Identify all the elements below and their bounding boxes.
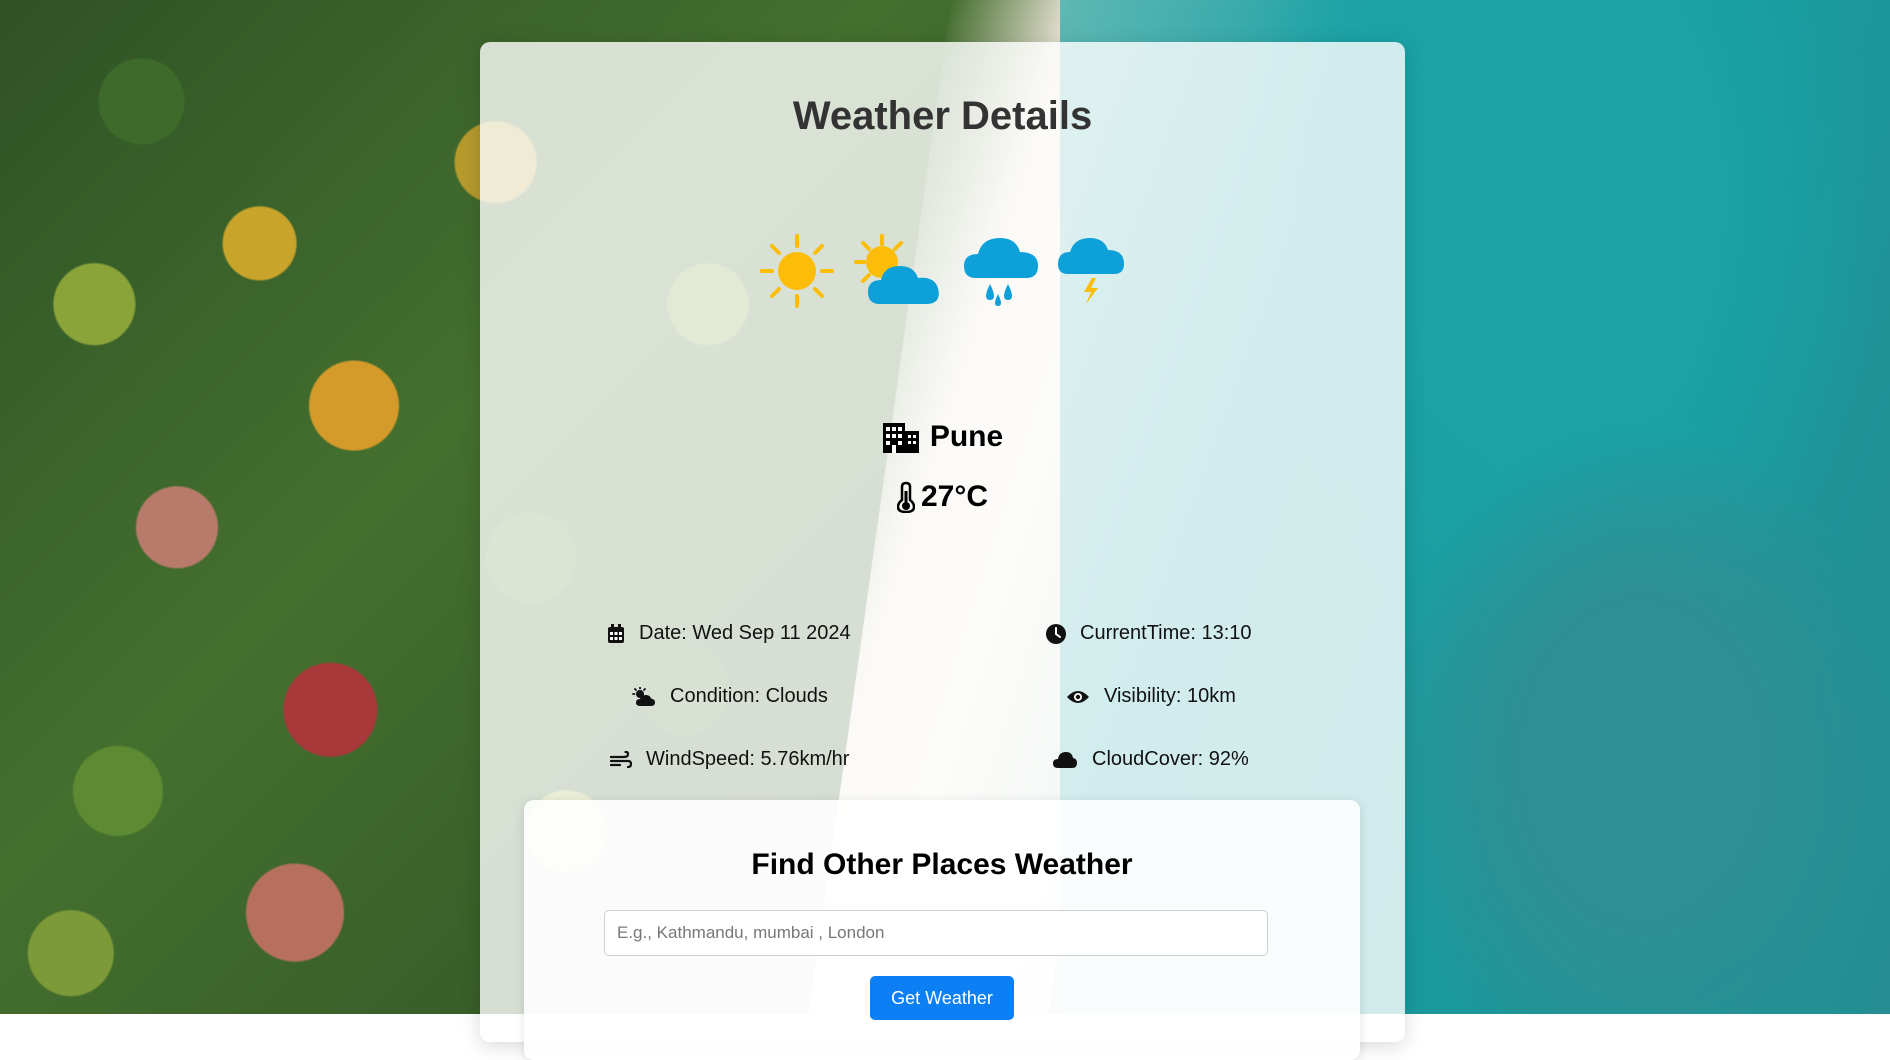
eye-icon [1067,690,1089,703]
temperature-value: 27°C [920,480,989,513]
rain-cloud-icon [963,238,1038,306]
sun-icon [759,234,834,308]
date-text: Date: Wed Sep 11 2024 [639,622,851,644]
current-time-text: CurrentTime: 13:10 [1080,622,1252,644]
calendar-icon [608,623,624,643]
detail-condition: Condition: Clouds [632,685,828,708]
partly-cloudy-icon [853,234,939,304]
clock-icon [1046,623,1066,644]
thunder-cloud-icon [1057,238,1124,304]
cloud-cover-text: CloudCover: 92% [1092,748,1249,770]
get-weather-button[interactable]: Get Weather [870,976,1014,1020]
search-title: Find Other Places Weather [751,848,1133,881]
city-search-input[interactable] [604,910,1268,956]
wind-speed-text: WindSpeed: 5.76km/hr [646,748,850,770]
condition-text: Condition: Clouds [670,685,828,707]
city-building-icon [882,423,919,453]
visibility-text: Visibility: 10km [1104,685,1236,707]
detail-visibility: Visibility: 10km [1066,685,1236,708]
thermometer-icon [896,481,915,513]
city-label: Pune [929,420,1004,453]
weather-icon-row [480,232,1405,310]
page-title: Weather Details [792,94,1093,138]
temperature: 27°C [480,480,1405,514]
cloud-sun-icon [632,686,655,706]
detail-wind-speed: WindSpeed: 5.76km/hr [610,748,849,771]
detail-current-time: CurrentTime: 13:10 [1046,622,1252,645]
detail-date: Date: Wed Sep 11 2024 [607,622,851,645]
weather-card: Weather Details Pune 27°C Date: Wed Sep … [480,42,1405,1060]
detail-cloud-cover: CloudCover: 92% [1052,748,1249,771]
city-name: Pune [480,420,1405,454]
cloud-icon [1053,751,1077,768]
search-card: Find Other Places Weather Get Weather [524,800,1360,1060]
wind-icon [610,750,632,768]
